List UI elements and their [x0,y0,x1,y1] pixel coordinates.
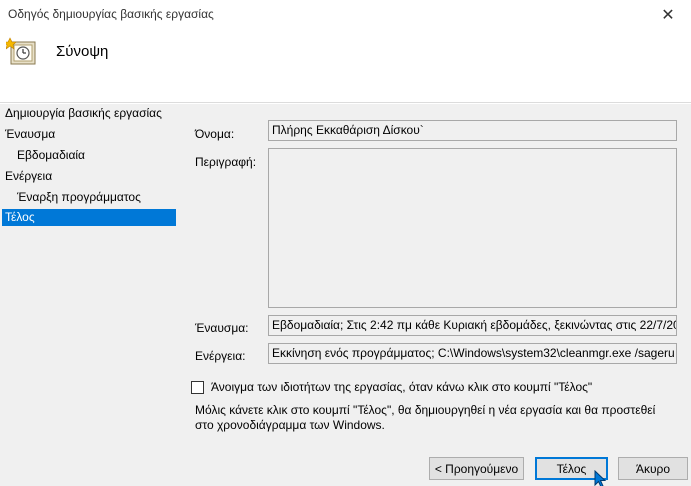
sidebar-item-trigger[interactable]: Έναυσμα [2,126,176,143]
description-field[interactable] [268,148,677,308]
finish-info-text: Μόλις κάνετε κλικ στο κουμπί "Τέλος", θα… [195,403,656,432]
sidebar-item-create-basic-task[interactable]: Δημιουργία βασικής εργασίας [2,105,176,122]
sidebar-item-weekly[interactable]: Εβδομαδιαία [2,147,176,164]
window-title: Οδηγός δημιουργίας βασικής εργασίας [8,7,214,21]
action-field[interactable]: Εκκίνηση ενός προγράμματος; C:\Windows\s… [268,343,677,364]
wizard-steps-sidebar: Δημιουργία βασικής εργασίας Έναυσμα Εβδο… [0,104,185,456]
page-title: Σύνοψη [56,43,109,60]
sidebar-item-action[interactable]: Ενέργεια [2,168,176,185]
close-button[interactable]: ✕ [645,0,691,30]
action-label: Ενέργεια: [195,349,246,363]
sidebar-item-finish[interactable]: Τέλος [2,209,176,226]
trigger-label: Έναυσμα: [195,321,249,335]
task-scheduler-clock-icon [6,37,36,65]
open-properties-option[interactable]: Άνοιγμα των ιδιοτήτων της εργασίας, όταν… [191,380,592,394]
trigger-field[interactable]: Εβδομαδιαία; Στις 2:42 πμ κάθε Κυριακή ε… [268,315,677,336]
mouse-pointer-icon [594,470,607,486]
close-icon: ✕ [661,7,675,24]
title-bar: Οδηγός δημιουργίας βασικής εργασίας ✕ [0,0,691,30]
sidebar-item-start-program[interactable]: Έναρξη προγράμματος [2,189,176,206]
name-field[interactable]: Πλήρης Εκκαθάριση Δίσκου` [268,120,677,141]
description-label: Περιγραφή: [195,155,257,169]
cancel-button[interactable]: Άκυρο [618,457,688,480]
open-properties-checkbox[interactable] [191,380,204,394]
name-label: Όνομα: [195,127,235,141]
back-button[interactable]: < Προηγούμενο [429,457,524,480]
wizard-header: Σύνοψη [0,30,691,103]
open-properties-label[interactable]: Άνοιγμα των ιδιοτήτων της εργασίας, όταν… [211,380,592,394]
